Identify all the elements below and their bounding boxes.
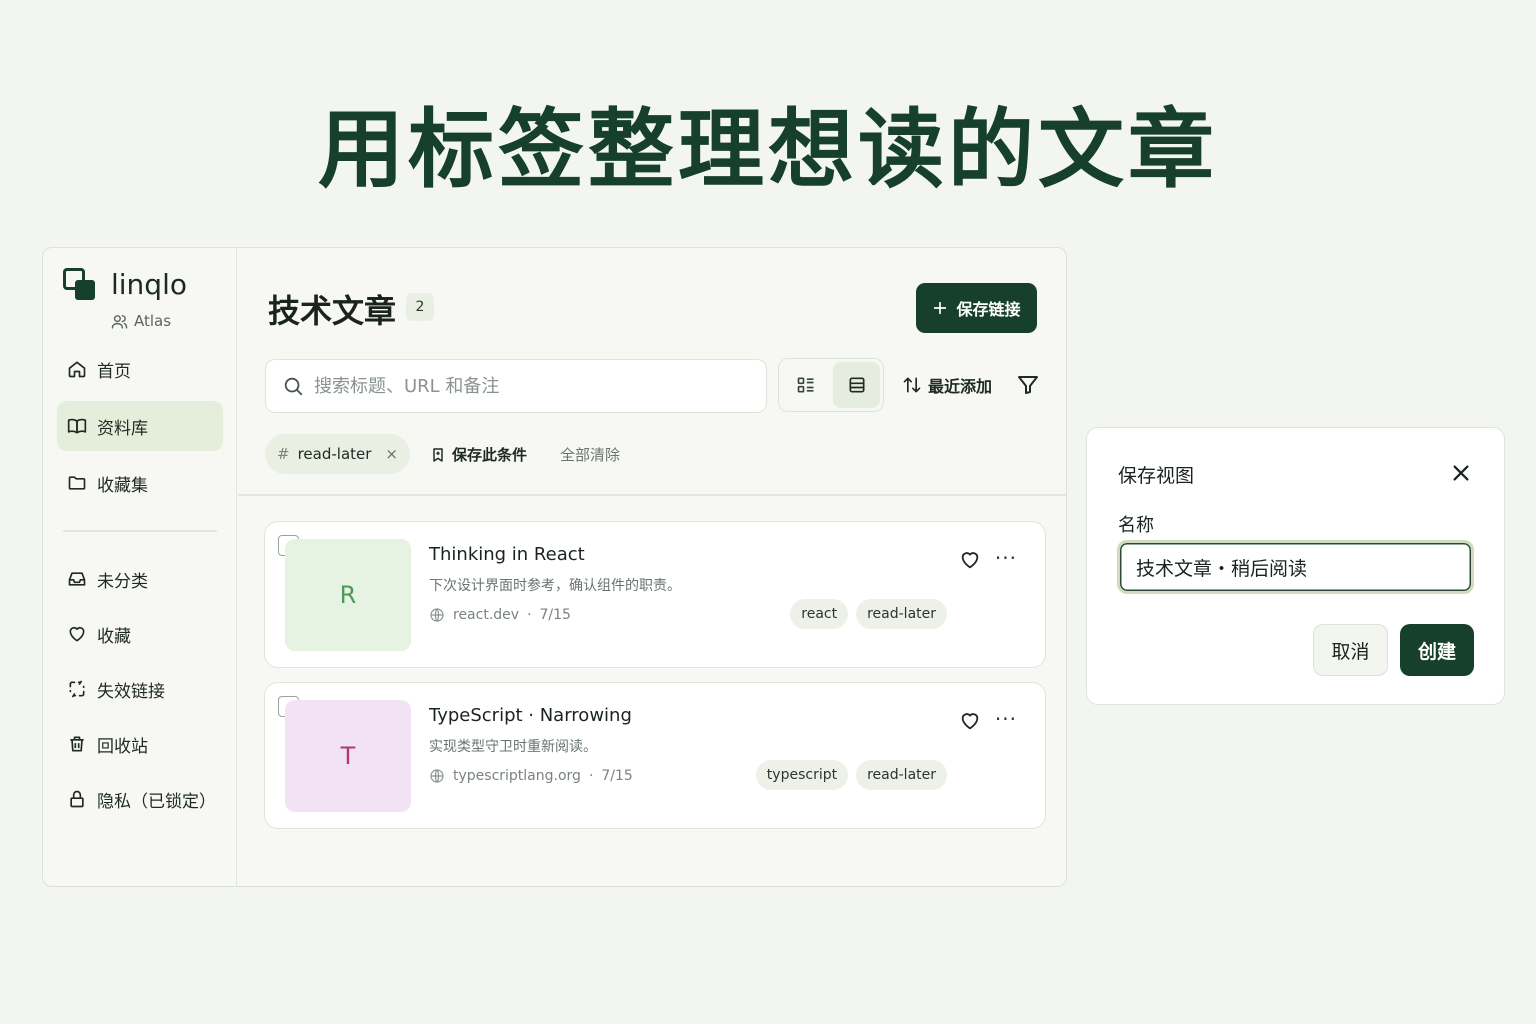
search-box [265, 359, 767, 413]
sidebar-item-collections[interactable]: 收藏集 [57, 458, 223, 508]
sidebar-item-label: 收藏 [97, 626, 131, 647]
save-condition-button[interactable]: 保存此条件 [430, 444, 527, 465]
heart-icon [69, 626, 85, 642]
page-title: 技术文章 [268, 292, 397, 330]
sidebar-item-favorites[interactable]: 收藏 [57, 609, 223, 659]
meta-separator: · [588, 768, 594, 784]
cancel-button[interactable]: 取消 [1313, 624, 1388, 676]
sidebar-item-label: 资料库 [97, 418, 148, 439]
create-button[interactable]: 创建 [1400, 624, 1474, 676]
link-card[interactable]: T TypeScript · Narrowing 实现类型守卫时重新阅读。 ty… [264, 682, 1046, 829]
users-icon [111, 314, 128, 329]
plus-icon [934, 301, 947, 315]
sort-label: 最近添加 [928, 377, 993, 396]
view-name-input[interactable] [1117, 540, 1474, 594]
save-condition-label: 保存此条件 [452, 446, 528, 464]
main-divider [238, 494, 1066, 496]
book-icon [67, 418, 87, 434]
sort-icon [903, 377, 921, 393]
brand-name: linqlo [111, 268, 187, 301]
logo-icon [63, 268, 97, 302]
card-tags: typescript read-later [755, 760, 947, 790]
trash-icon [70, 736, 84, 752]
more-options-icon[interactable]: ··· [995, 709, 1017, 729]
card-title[interactable]: Thinking in React [429, 544, 585, 565]
globe-icon [430, 608, 444, 622]
dialog-title: 保存视图 [1118, 465, 1195, 487]
sidebar-item-label: 回收站 [97, 736, 148, 757]
favorite-heart-icon[interactable] [959, 549, 981, 571]
card-description: 下次设计界面时参考，确认组件的职责。 [429, 578, 681, 594]
globe-icon [430, 769, 444, 783]
tag-chip[interactable]: react [790, 599, 849, 629]
sidebar-item-label: 首页 [97, 361, 131, 382]
hero-headline: 用标签整理想读的文章 [318, 100, 1218, 200]
save-link-button[interactable]: 保存链接 [916, 283, 1037, 333]
compact-view-button[interactable] [833, 362, 880, 408]
card-thumbnail: R [285, 539, 411, 651]
sidebar-item-label: 收藏集 [97, 475, 148, 496]
sidebar-item-home[interactable]: 首页 [57, 344, 223, 394]
bookmark-icon [433, 447, 443, 462]
card-domain: react.dev [453, 607, 520, 623]
close-icon[interactable] [1450, 462, 1472, 484]
list-view-button[interactable] [782, 362, 829, 408]
card-thumbnail: T [285, 700, 411, 812]
workspace-switcher[interactable]: Atlas [111, 312, 171, 330]
folder-icon [68, 476, 86, 490]
save-view-dialog: 保存视图 名称 取消 创建 [1086, 427, 1505, 705]
more-options-icon[interactable]: ··· [995, 548, 1017, 568]
card-date: 7/15 [601, 768, 633, 784]
card-meta: react.dev · 7/15 [429, 607, 571, 623]
hash-icon: # [277, 445, 290, 463]
broken-link-icon [69, 680, 85, 698]
clear-all-button[interactable]: 全部清除 [560, 444, 620, 465]
meta-separator: · [527, 607, 532, 623]
card-description: 实现类型守卫时重新阅读。 [429, 739, 597, 755]
filter-tag-label: read-later [297, 445, 372, 463]
link-card[interactable]: R Thinking in React 下次设计界面时参考，确认组件的职责。 r… [264, 521, 1046, 668]
sidebar-item-trash[interactable]: 回收站 [57, 719, 223, 769]
sort-button[interactable]: 最近添加 [902, 373, 992, 397]
sidebar-item-broken-links[interactable]: 失效链接 [57, 664, 223, 714]
sidebar-item-label: 未分类 [97, 571, 148, 592]
tag-chip[interactable]: read-later [856, 760, 947, 790]
sidebar-item-uncategorized[interactable]: 未分类 [57, 554, 223, 604]
home-icon [68, 361, 86, 378]
active-filter-chip: # read-later × [265, 434, 410, 474]
card-title[interactable]: TypeScript · Narrowing [429, 705, 632, 726]
item-count-badge: 2 [406, 293, 434, 321]
save-link-label: 保存链接 [956, 300, 1021, 319]
name-field-label: 名称 [1118, 515, 1154, 536]
inbox-icon [68, 572, 86, 586]
card-date: 7/15 [539, 607, 571, 623]
lock-icon [70, 790, 84, 808]
compact-view-icon [849, 377, 864, 393]
sidebar-item-private[interactable]: 隐私（已锁定） [57, 774, 223, 824]
sidebar-item-library[interactable]: 资料库 [57, 401, 223, 451]
app-window: linqlo Atlas 首页 资料库 收藏集 未分类 收藏 失效链接 回收站 … [42, 247, 1067, 887]
search-icon [284, 377, 303, 396]
tag-chip[interactable]: read-later [856, 599, 947, 629]
sidebar-item-label: 隐私（已锁定） [97, 791, 216, 812]
list-view-icon [797, 377, 813, 393]
view-toggle [778, 358, 884, 412]
card-tags: react read-later [790, 599, 947, 629]
sidebar-divider [63, 530, 217, 532]
workspace-name: Atlas [134, 312, 172, 330]
card-domain: typescriptlang.org [453, 768, 581, 784]
sidebar-item-label: 失效链接 [97, 681, 165, 702]
sidebar: linqlo Atlas 首页 资料库 收藏集 未分类 收藏 失效链接 回收站 … [43, 248, 237, 886]
tag-chip[interactable]: typescript [755, 760, 849, 790]
search-input[interactable] [314, 375, 734, 397]
card-meta: typescriptlang.org · 7/15 [429, 768, 633, 784]
filter-icon[interactable] [1016, 373, 1040, 397]
favorite-heart-icon[interactable] [959, 710, 981, 732]
main-content: 技术文章 2 保存链接 最近添加 # read-later × [238, 248, 1066, 886]
remove-filter-icon[interactable]: × [385, 445, 398, 463]
